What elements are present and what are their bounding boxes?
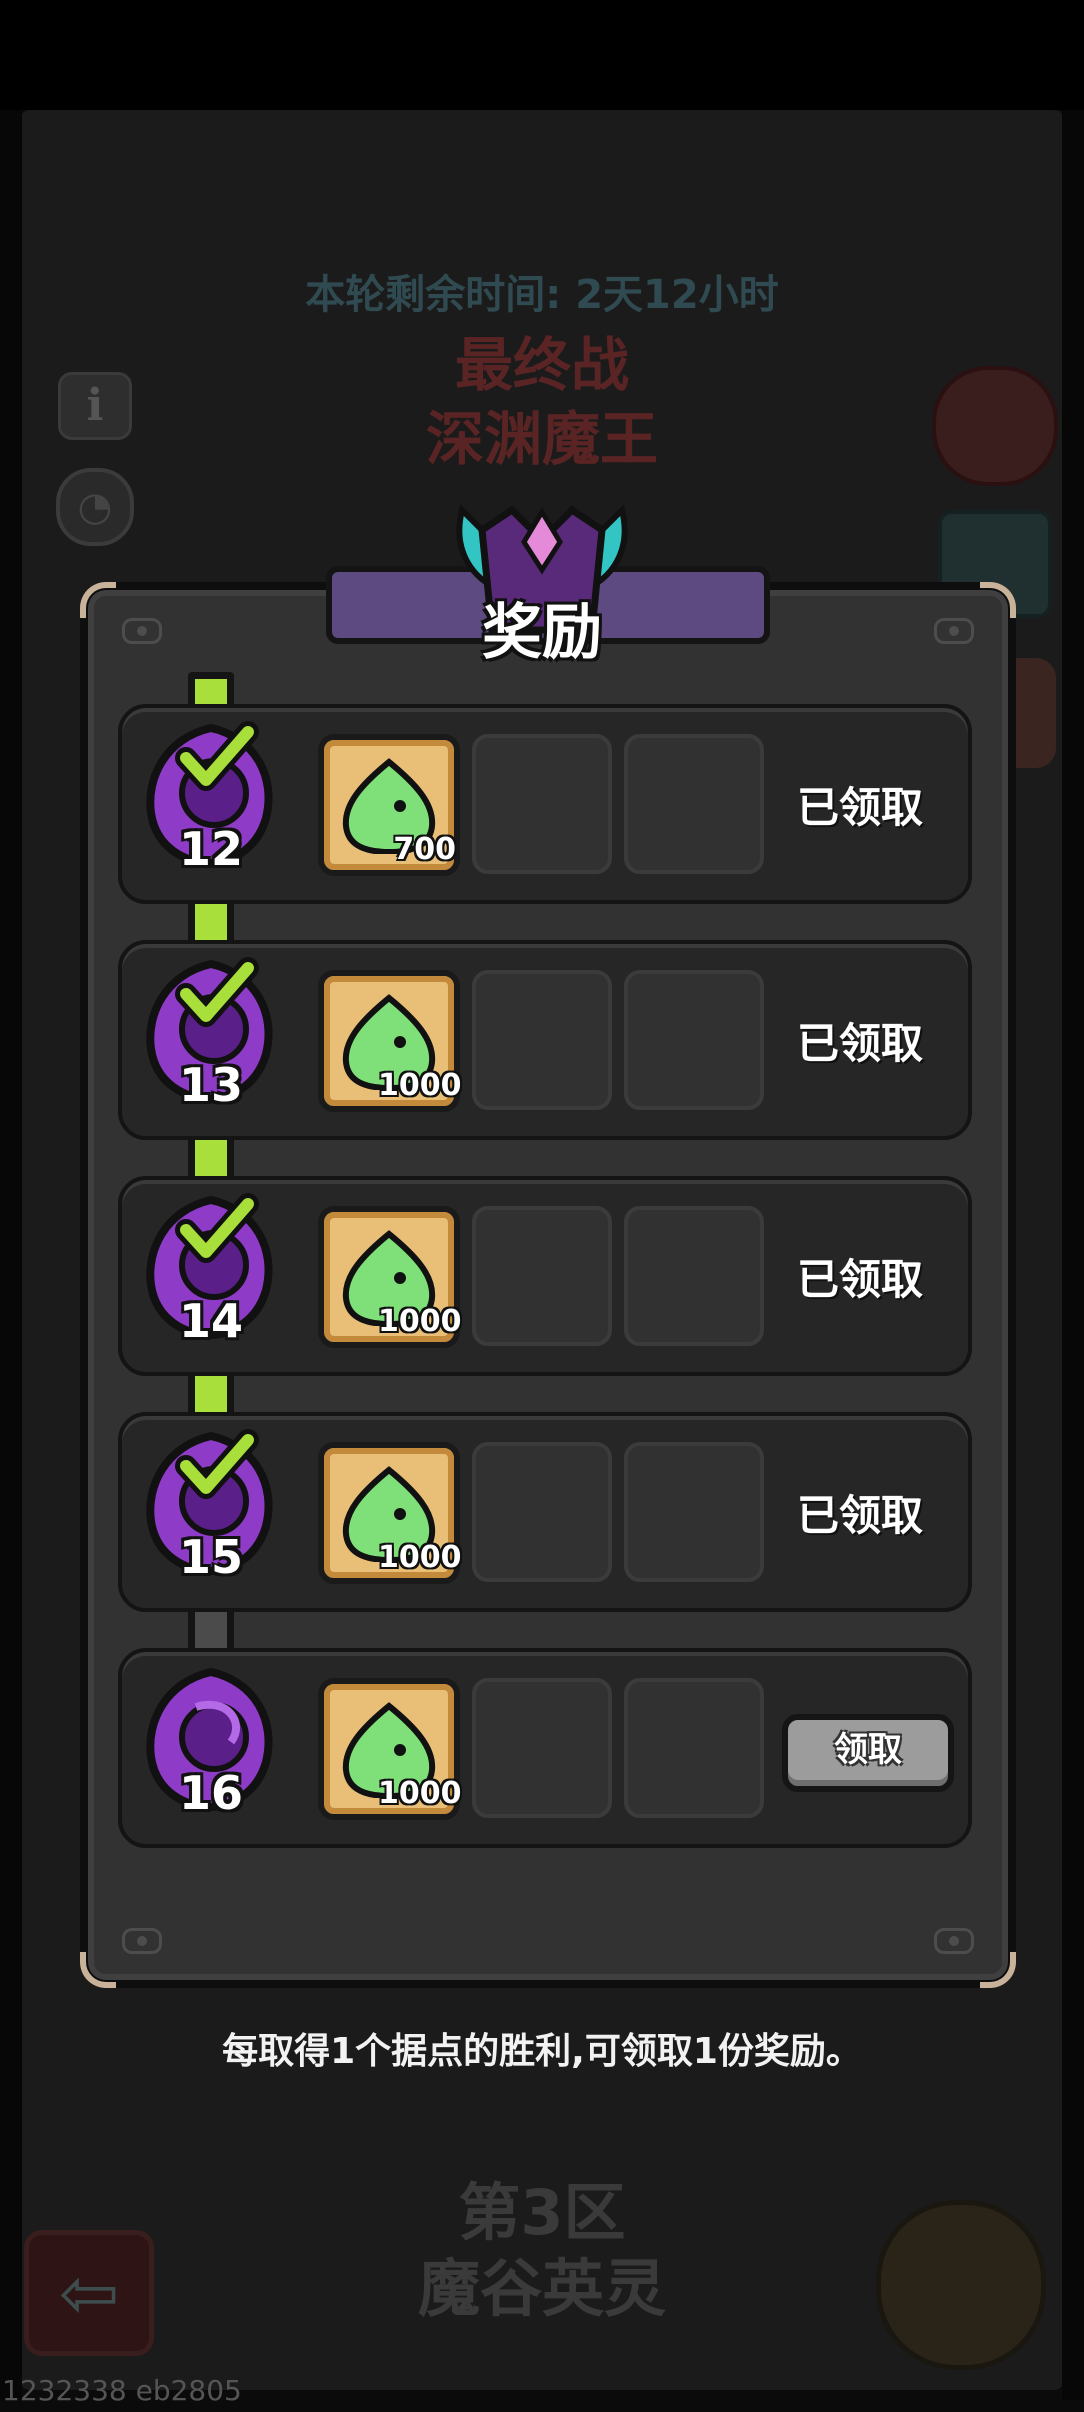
item-quantity: 1000 <box>378 1304 462 1339</box>
level-number: 13 <box>178 1058 243 1112</box>
bolt-icon <box>122 618 162 644</box>
bolt-icon <box>122 1928 162 1954</box>
claimed-status: 已领取 <box>796 1019 923 1068</box>
level-number: 16 <box>178 1766 243 1820</box>
item-quantity: 700 <box>393 832 456 867</box>
empty-reward-slot <box>624 1206 764 1346</box>
stage-subtitle: 深渊魔王 <box>425 405 658 473</box>
timer-icon: ◔ <box>77 484 113 530</box>
claimed-status: 已领取 <box>796 783 923 832</box>
back-arrow-icon: ⇦ <box>58 2251 120 2335</box>
claim-button-label: 领取 <box>834 1730 902 1770</box>
empty-reward-slot <box>472 1678 612 1818</box>
top-bar <box>0 0 1084 110</box>
reward-hint: 每取得1个据点的胜利,可领取1份奖励。 <box>222 2031 862 2072</box>
empty-reward-slot <box>472 1206 612 1346</box>
level-number: 14 <box>178 1294 243 1348</box>
timer-button[interactable]: ◔ <box>56 468 134 546</box>
item-quantity: 1000 <box>378 1776 462 1811</box>
claimed-status: 已领取 <box>796 1491 923 1540</box>
info-button[interactable]: i <box>58 372 132 440</box>
info-icon: i <box>86 380 104 431</box>
item-quantity: 1000 <box>378 1540 462 1575</box>
bolt-icon <box>934 1928 974 1954</box>
empty-reward-slot <box>624 734 764 874</box>
empty-reward-slot <box>472 1442 612 1582</box>
empty-reward-slot <box>472 970 612 1110</box>
claimed-status: 已领取 <box>796 1255 923 1304</box>
back-button[interactable]: ⇦ <box>24 2230 154 2356</box>
level-number: 15 <box>178 1530 243 1584</box>
dialog-title: 奖励 <box>482 598 602 668</box>
stage-title: 最终战 <box>454 331 629 399</box>
shop-button[interactable] <box>932 366 1058 486</box>
claim-button[interactable]: 领取 <box>782 1714 954 1792</box>
item-quantity: 1000 <box>378 1068 462 1103</box>
bolt-icon <box>934 618 974 644</box>
empty-reward-slot <box>472 734 612 874</box>
empty-reward-slot <box>624 1678 764 1818</box>
empty-reward-slot <box>624 1442 764 1582</box>
watermark: 1232338 eb2805 <box>2 2374 242 2407</box>
level-number: 12 <box>178 822 243 876</box>
empty-reward-slot <box>624 970 764 1110</box>
round-timer: 本轮剩余时间: 2天12小时 <box>305 272 779 318</box>
hero-helmet-button[interactable] <box>876 2200 1046 2370</box>
